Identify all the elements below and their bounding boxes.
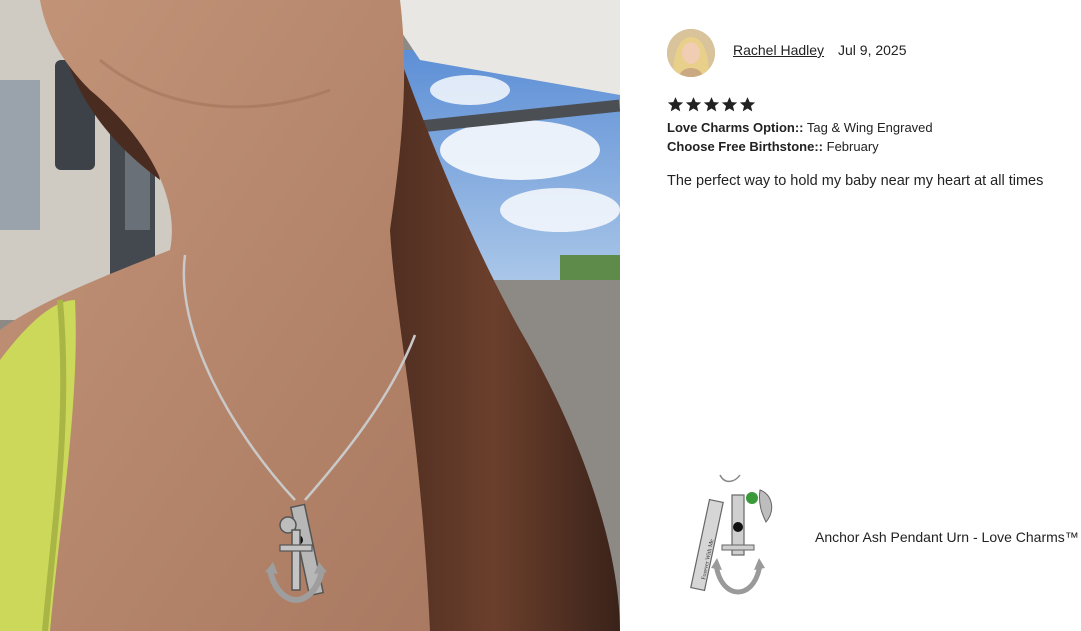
review-option-birthstone: Choose Free Birthstone:: February (667, 139, 879, 154)
review-option-charms: Love Charms Option:: Tag & Wing Engraved (667, 120, 933, 135)
option-label: Choose Free Birthstone:: (667, 139, 824, 154)
birthstone-charm (746, 492, 758, 504)
option-value: Tag & Wing Engraved (806, 120, 933, 135)
star-rating (667, 96, 756, 113)
review-photo-image (0, 0, 620, 631)
avatar-image (667, 29, 715, 77)
star-icon (685, 97, 702, 112)
product-name-link[interactable]: Anchor Ash Pendant Urn - Love Charms™ (815, 529, 1079, 545)
star-icon (703, 97, 720, 112)
product-thumbnail[interactable]: Forever With Me (680, 470, 790, 600)
review-date: Jul 9, 2025 (838, 42, 907, 58)
option-value: February (826, 139, 879, 154)
review-panel: Rachel Hadley Jul 9, 2025 Love Charms Op… (620, 0, 1081, 631)
review-photo[interactable] (0, 0, 620, 631)
option-label: Love Charms Option:: (667, 120, 804, 135)
review-text: The perfect way to hold my baby near my … (667, 173, 1044, 189)
star-icon (667, 97, 684, 112)
star-icon (739, 97, 756, 112)
star-icon (721, 97, 738, 112)
product-image: Forever With Me (690, 474, 773, 595)
reviewer-name-link[interactable]: Rachel Hadley (733, 42, 824, 58)
avatar[interactable] (667, 29, 715, 77)
